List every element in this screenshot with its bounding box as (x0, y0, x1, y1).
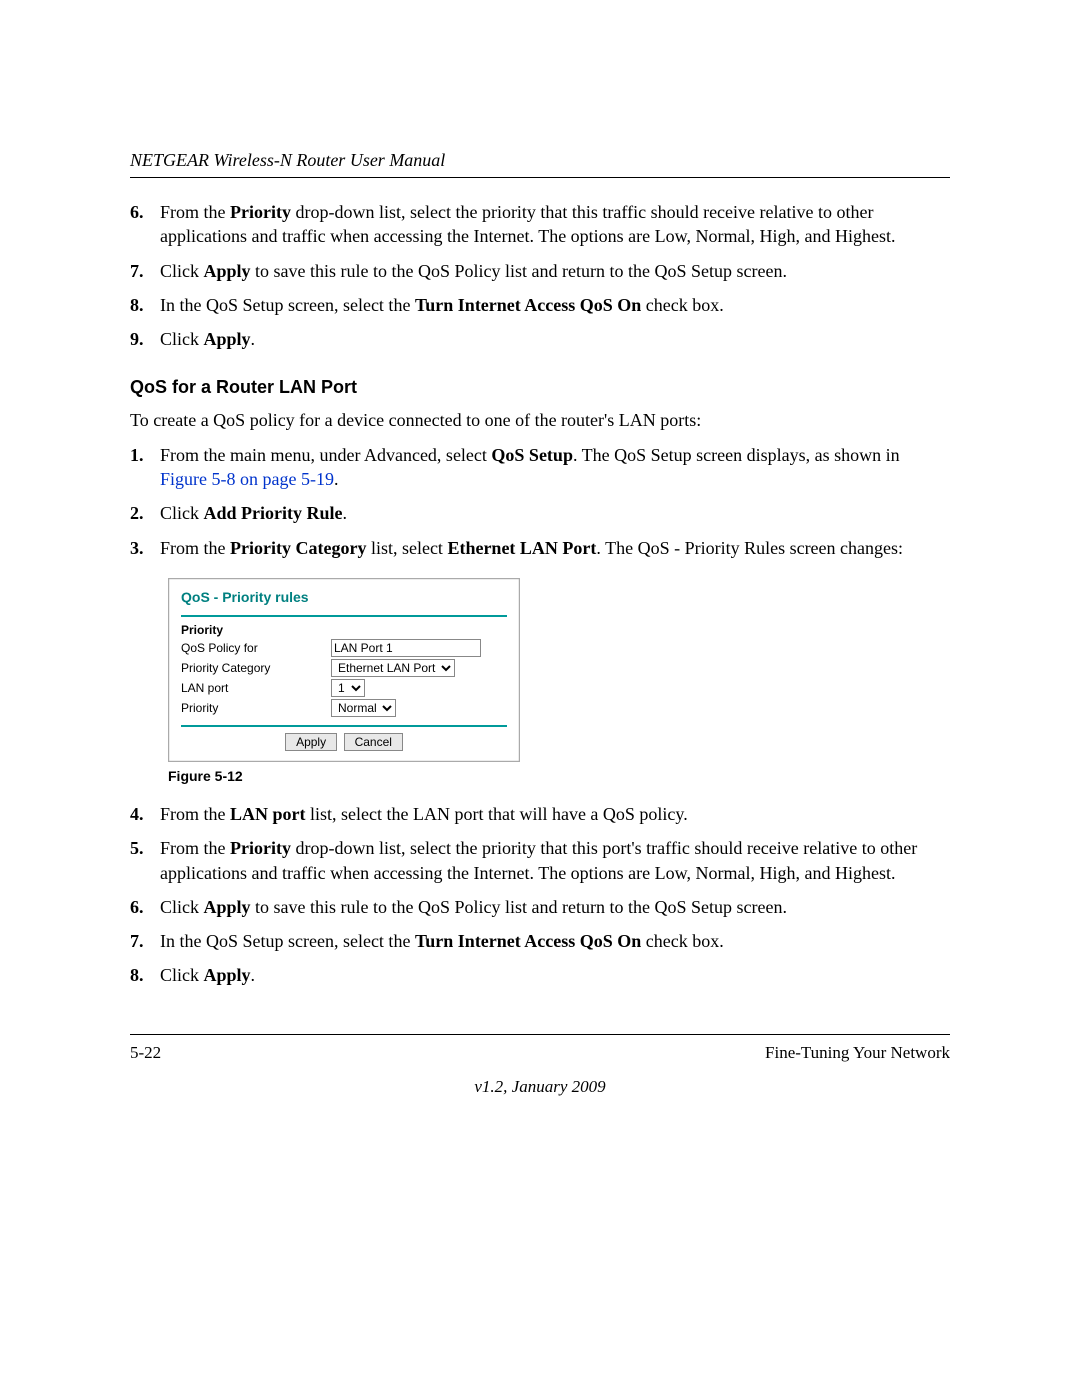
lead-paragraph: To create a QoS policy for a device conn… (130, 408, 950, 432)
figure-crossref-link[interactable]: Figure 5-8 on page 5-19 (160, 469, 334, 489)
step-number: 6. (130, 895, 160, 919)
step-5: 5. From the Priority drop-down list, sel… (130, 836, 950, 885)
step-body: In the QoS Setup screen, select the Turn… (160, 929, 950, 953)
step-body: From the Priority Category list, select … (160, 536, 950, 560)
step-number: 9. (130, 327, 160, 351)
subhead-qos-lan-port: QoS for a Router LAN Port (130, 377, 950, 398)
page-number: 5-22 (130, 1043, 161, 1063)
panel-title: QoS - Priority rules (181, 589, 507, 617)
row-lan-port: LAN port 1 (181, 679, 507, 697)
step-number: 1. (130, 443, 160, 492)
step-number: 7. (130, 929, 160, 953)
step-number: 8. (130, 963, 160, 987)
label-lan-port: LAN port (181, 681, 331, 695)
step-1: 1. From the main menu, under Advanced, s… (130, 443, 950, 492)
step-body: In the QoS Setup screen, select the Turn… (160, 293, 950, 317)
step-number: 6. (130, 200, 160, 249)
header-rule (130, 177, 950, 178)
step-body: Click Apply. (160, 327, 950, 351)
steps-list-bottom: 4. From the LAN port list, select the LA… (130, 802, 950, 988)
apply-button[interactable]: Apply (285, 733, 337, 751)
step-number: 4. (130, 802, 160, 826)
footer-rule (130, 1034, 950, 1035)
running-header: NETGEAR Wireless-N Router User Manual (130, 150, 950, 171)
step-2: 2. Click Add Priority Rule. (130, 501, 950, 525)
select-priority[interactable]: Normal (331, 699, 396, 717)
row-qos-policy-for: QoS Policy for (181, 639, 507, 657)
step-body: Click Add Priority Rule. (160, 501, 950, 525)
label-qos-policy-for: QoS Policy for (181, 641, 331, 655)
cancel-button[interactable]: Cancel (344, 733, 403, 751)
section-label-priority: Priority (181, 623, 507, 637)
step-number: 5. (130, 836, 160, 885)
page-footer: 5-22 Fine-Tuning Your Network v1.2, Janu… (130, 1034, 950, 1097)
label-priority-category: Priority Category (181, 661, 331, 675)
step-body: Click Apply. (160, 963, 950, 987)
step-8b: 8. Click Apply. (130, 963, 950, 987)
step-6b: 6. Click Apply to save this rule to the … (130, 895, 950, 919)
step-8: 8. In the QoS Setup screen, select the T… (130, 293, 950, 317)
step-body: From the Priority drop-down list, select… (160, 200, 950, 249)
step-number: 7. (130, 259, 160, 283)
step-body: From the main menu, under Advanced, sele… (160, 443, 950, 492)
step-3: 3. From the Priority Category list, sele… (130, 536, 950, 560)
step-7b: 7. In the QoS Setup screen, select the T… (130, 929, 950, 953)
figure-caption: Figure 5-12 (168, 768, 950, 784)
step-body: Click Apply to save this rule to the QoS… (160, 259, 950, 283)
row-priority-category: Priority Category Ethernet LAN Port (181, 659, 507, 677)
step-body: Click Apply to save this rule to the QoS… (160, 895, 950, 919)
input-qos-policy-for[interactable] (331, 639, 481, 657)
label-priority: Priority (181, 701, 331, 715)
step-7: 7. Click Apply to save this rule to the … (130, 259, 950, 283)
manual-page: NETGEAR Wireless-N Router User Manual 6.… (0, 0, 1080, 1397)
select-lan-port[interactable]: 1 (331, 679, 365, 697)
step-number: 8. (130, 293, 160, 317)
panel-divider (181, 725, 507, 727)
step-body: From the LAN port list, select the LAN p… (160, 802, 950, 826)
step-6: 6. From the Priority drop-down list, sel… (130, 200, 950, 249)
step-4: 4. From the LAN port list, select the LA… (130, 802, 950, 826)
row-priority: Priority Normal (181, 699, 507, 717)
qos-priority-rules-panel: QoS - Priority rules Priority QoS Policy… (168, 578, 520, 762)
step-9: 9. Click Apply. (130, 327, 950, 351)
steps-list-top: 6. From the Priority drop-down list, sel… (130, 200, 950, 351)
select-priority-category[interactable]: Ethernet LAN Port (331, 659, 455, 677)
step-number: 2. (130, 501, 160, 525)
step-number: 3. (130, 536, 160, 560)
version-line: v1.2, January 2009 (130, 1077, 950, 1097)
section-name: Fine-Tuning Your Network (765, 1043, 950, 1063)
step-body: From the Priority drop-down list, select… (160, 836, 950, 885)
steps-list-mid: 1. From the main menu, under Advanced, s… (130, 443, 950, 560)
